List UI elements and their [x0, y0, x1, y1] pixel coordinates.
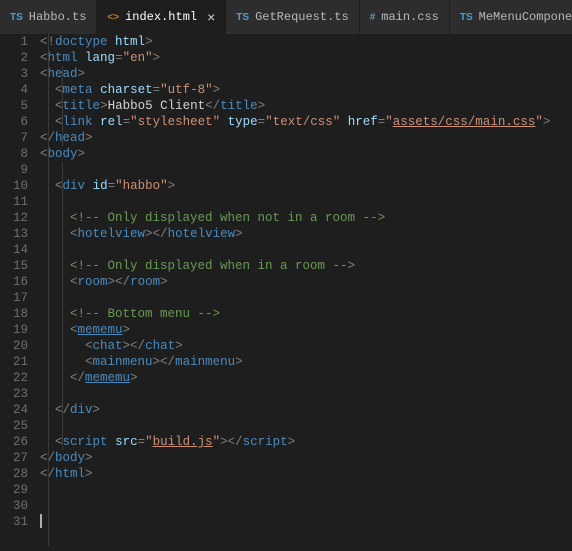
line-number: 6: [0, 114, 28, 130]
line-number: 20: [0, 338, 28, 354]
code-line: </html>: [40, 466, 572, 482]
code-line: [40, 162, 572, 178]
code-line: [40, 194, 572, 210]
code-line: <mainmenu></mainmenu>: [40, 354, 572, 370]
tab-habbo-ts[interactable]: TS Habbo.ts: [0, 0, 97, 34]
line-number: 18: [0, 306, 28, 322]
code-line: <div id="habbo">: [40, 178, 572, 194]
line-number: 23: [0, 386, 28, 402]
line-number: 27: [0, 450, 28, 466]
line-number: 25: [0, 418, 28, 434]
line-number: 14: [0, 242, 28, 258]
code-line: </mememu>: [40, 370, 572, 386]
css-icon: #: [370, 12, 376, 23]
line-number: 10: [0, 178, 28, 194]
cursor: [40, 514, 42, 528]
ts-icon: TS: [236, 12, 249, 23]
code-line: <body>: [40, 146, 572, 162]
tab-getrequest-ts[interactable]: TS GetRequest.ts: [226, 0, 359, 34]
line-number: 12: [0, 210, 28, 226]
tab-label: GetRequest.ts: [255, 10, 349, 24]
line-number: 29: [0, 482, 28, 498]
line-number: 30: [0, 498, 28, 514]
code-line: <head>: [40, 66, 572, 82]
code-line: </head>: [40, 130, 572, 146]
code-line: [40, 290, 572, 306]
line-number: 7: [0, 130, 28, 146]
line-number: 11: [0, 194, 28, 210]
line-number: 28: [0, 466, 28, 482]
line-number: 2: [0, 50, 28, 66]
indent-guide: [62, 66, 63, 146]
code-line: [40, 418, 572, 434]
code-line: <script src="build.js"></script>: [40, 434, 572, 450]
tab-main-css[interactable]: # main.css: [360, 0, 450, 34]
code-line: [40, 386, 572, 402]
code-line: <html lang="en">: [40, 50, 572, 66]
line-number: 8: [0, 146, 28, 162]
ts-icon: TS: [460, 12, 473, 23]
code-line: <title>Habbo5 Client</title>: [40, 98, 572, 114]
line-number: 21: [0, 354, 28, 370]
line-number: 19: [0, 322, 28, 338]
line-number-gutter: 1234567891011121314151617181920212223242…: [0, 34, 40, 551]
code-line: [40, 498, 572, 514]
tab-index-html[interactable]: <> index.html ×: [97, 0, 226, 34]
indent-guide: [48, 34, 49, 546]
code-line: <meta charset="utf-8">: [40, 82, 572, 98]
tab-memenu-ts[interactable]: TS MeMenuComponent.ts: [450, 0, 572, 34]
ts-icon: TS: [10, 12, 23, 23]
code-line: <hotelview></hotelview>: [40, 226, 572, 242]
editor: 1234567891011121314151617181920212223242…: [0, 34, 572, 551]
line-number: 16: [0, 274, 28, 290]
code-line: [40, 514, 572, 530]
code-line: <!-- Only displayed when not in a room -…: [40, 210, 572, 226]
tab-label: Habbo.ts: [29, 10, 87, 24]
line-number: 15: [0, 258, 28, 274]
code-line: [40, 242, 572, 258]
code-line: <!-- Only displayed when in a room -->: [40, 258, 572, 274]
line-number: 4: [0, 82, 28, 98]
code-line: <chat></chat>: [40, 338, 572, 354]
line-number: 9: [0, 162, 28, 178]
code-line: [40, 482, 572, 498]
code-line: </div>: [40, 402, 572, 418]
line-number: 26: [0, 434, 28, 450]
line-number: 13: [0, 226, 28, 242]
code-line: <room></room>: [40, 274, 572, 290]
code-area[interactable]: <!doctype html> <html lang="en"> <head> …: [40, 34, 572, 551]
code-line: </body>: [40, 450, 572, 466]
tab-label: MeMenuComponent.ts: [479, 10, 572, 24]
close-icon[interactable]: ×: [207, 10, 215, 24]
code-line: <!doctype html>: [40, 34, 572, 50]
line-number: 5: [0, 98, 28, 114]
html-icon: <>: [107, 12, 119, 23]
indent-guide: [62, 162, 63, 450]
line-number: 17: [0, 290, 28, 306]
line-number: 1: [0, 34, 28, 50]
line-number: 22: [0, 370, 28, 386]
tab-label: index.html: [125, 10, 197, 24]
line-number: 3: [0, 66, 28, 82]
tab-label: main.css: [381, 10, 439, 24]
line-number: 31: [0, 514, 28, 530]
code-line: <link rel="stylesheet" type="text/css" h…: [40, 114, 572, 130]
code-line: <!-- Bottom menu -->: [40, 306, 572, 322]
line-number: 24: [0, 402, 28, 418]
code-line: <mememu>: [40, 322, 572, 338]
tab-bar: TS Habbo.ts <> index.html × TS GetReques…: [0, 0, 572, 34]
